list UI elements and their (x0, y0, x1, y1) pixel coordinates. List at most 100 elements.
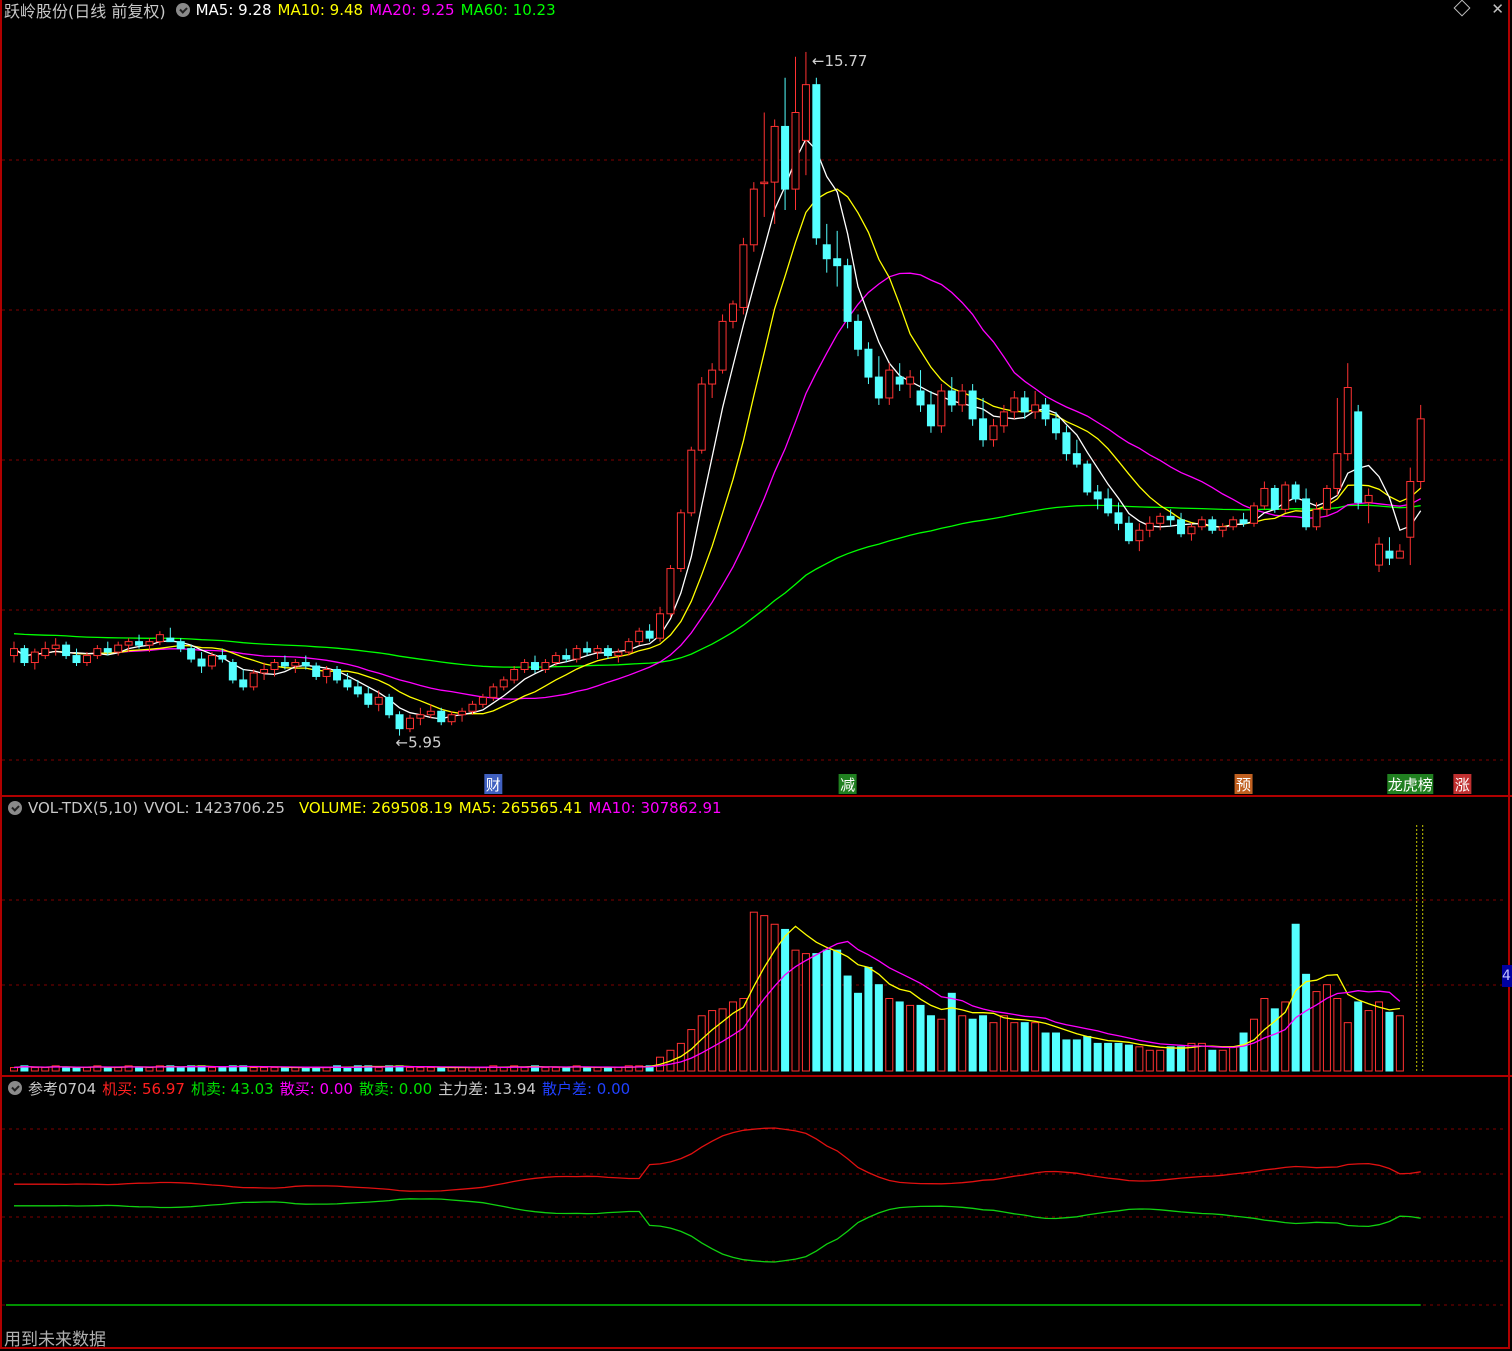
candle (854, 314, 863, 357)
volume-bar (614, 1067, 623, 1072)
volume-bar (82, 1067, 91, 1072)
candle-body (93, 648, 102, 657)
candle-body (499, 679, 508, 688)
volume-bar (1197, 1042, 1206, 1072)
jimai-sell-line (14, 1198, 1421, 1263)
volume-bar (1249, 1018, 1258, 1072)
candle-body (207, 655, 216, 667)
candle-body (1010, 397, 1019, 413)
volume-bar (343, 1067, 352, 1072)
candle (666, 565, 675, 618)
candle (989, 418, 998, 447)
volume-bar (1343, 1022, 1352, 1072)
candle-body (510, 668, 519, 681)
candle (458, 707, 467, 722)
volume-bar (499, 1067, 508, 1072)
candle (249, 669, 258, 691)
vol-side-label: 4 (1502, 965, 1512, 987)
candle-body (1072, 453, 1081, 465)
candle-body (520, 662, 529, 670)
candle (833, 230, 842, 287)
candle (1104, 488, 1113, 517)
candle (603, 645, 612, 660)
candle-body (770, 125, 779, 183)
candle-body (666, 568, 675, 615)
volume-bar (1291, 923, 1300, 1072)
candle-body (583, 648, 592, 653)
candle-body (343, 679, 352, 688)
volume-bar (1364, 1010, 1373, 1072)
volume-bar (1093, 1042, 1102, 1072)
volume-bar (416, 1067, 425, 1072)
candle (885, 363, 894, 405)
candle (10, 641, 18, 663)
candle-body (249, 672, 258, 688)
volume-bar (280, 1067, 289, 1072)
candle-body (426, 710, 435, 716)
candle-body (176, 641, 185, 650)
candle-body (395, 714, 404, 730)
volume-bar (822, 949, 831, 1072)
jimai-line (14, 1127, 1421, 1192)
candle (1187, 523, 1196, 541)
candle (1260, 481, 1269, 510)
volume-bar (1333, 997, 1342, 1072)
candle-body (51, 644, 60, 650)
indicator-chart[interactable] (2, 1077, 1506, 1317)
candle (416, 707, 425, 726)
candle-body (1270, 487, 1279, 510)
candle (1135, 523, 1144, 552)
candle (447, 711, 456, 726)
candle-body (1197, 519, 1206, 528)
volume-bar (1302, 973, 1311, 1072)
candle (30, 648, 39, 670)
candle-body (447, 714, 456, 723)
volume-chart[interactable] (2, 797, 1506, 1075)
candle-body (155, 634, 164, 643)
candle (1062, 425, 1071, 461)
candle (1166, 509, 1175, 527)
volume-bar (520, 1067, 529, 1072)
candle-body (864, 348, 873, 378)
candle-body (603, 648, 612, 657)
candle-body (635, 630, 644, 643)
candle-body (1031, 404, 1040, 413)
candle-body (1104, 498, 1113, 514)
candle (1375, 537, 1384, 573)
candle-body (551, 655, 560, 664)
volume-bar (1031, 1022, 1040, 1072)
candle (687, 446, 696, 517)
volume-bar (937, 1018, 946, 1072)
ma10-line (13, 188, 1422, 715)
candle-body (801, 84, 810, 141)
candle-body (1312, 508, 1321, 528)
candle-body (1375, 543, 1384, 566)
candle-body (364, 693, 373, 705)
volume-bar (551, 1067, 560, 1072)
volume-bar (1041, 1032, 1050, 1072)
volume-bar (1260, 997, 1269, 1072)
candle (937, 384, 946, 433)
candle-body (1145, 522, 1154, 531)
volume-bar (1124, 1044, 1133, 1072)
candle-body (405, 717, 414, 730)
candle-body (135, 641, 144, 646)
candle (895, 363, 904, 391)
candle (1124, 516, 1133, 545)
candle-body (562, 655, 571, 660)
candle (1281, 481, 1290, 513)
candle-body (676, 512, 685, 570)
volume-bar (72, 1067, 81, 1072)
candle-body (1062, 432, 1071, 455)
candle (906, 370, 915, 398)
candle-body (301, 662, 310, 667)
candle-body (228, 662, 237, 681)
candle (541, 659, 550, 673)
volume-bar (760, 915, 769, 1072)
candle-body (103, 648, 112, 653)
volume-bar (62, 1067, 71, 1072)
volume-bar (1395, 1015, 1404, 1072)
candle-body (791, 112, 800, 190)
price-chart[interactable]: ←15.77 ←5.95 财 减 预 龙虎榜 涨 (2, 0, 1506, 796)
volume-bar (885, 997, 894, 1072)
